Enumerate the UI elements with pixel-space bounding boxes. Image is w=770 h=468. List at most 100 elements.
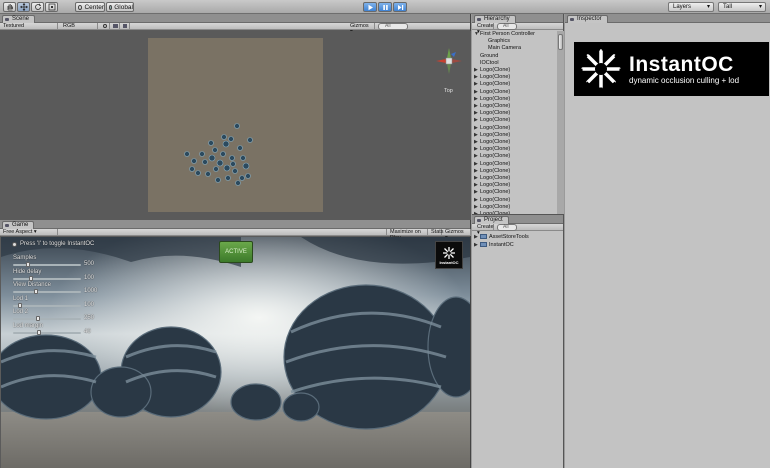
layers-dropdown[interactable]: Layers bbox=[668, 2, 714, 12]
rotate-icon bbox=[34, 3, 41, 10]
hierarchy-item[interactable]: ▶ Logo(Clone) bbox=[472, 110, 510, 117]
color-mode-dropdown[interactable]: RGB bbox=[60, 23, 98, 30]
lighting-toggle[interactable] bbox=[100, 23, 110, 30]
slider-track[interactable] bbox=[13, 262, 81, 267]
project-tabbar: Project bbox=[472, 215, 563, 224]
project-list: ▶ AssetStoreTools ▶ InstantOC bbox=[472, 232, 564, 262]
hierarchy-item[interactable]: ▶ Logo(Clone) bbox=[472, 139, 510, 146]
hierarchy-scrollbar[interactable] bbox=[557, 31, 564, 214]
hierarchy-item[interactable]: ▶ Logo(Clone) bbox=[472, 146, 510, 153]
hierarchy-item[interactable]: Ground bbox=[472, 53, 498, 60]
project-search-field[interactable]: All bbox=[497, 224, 517, 231]
tab-scene[interactable]: Scene bbox=[2, 15, 36, 23]
hierarchy-item-label: Logo(Clone) bbox=[480, 196, 511, 203]
tab-hierarchy[interactable]: Hierarchy bbox=[474, 15, 516, 23]
move-tool-button[interactable] bbox=[17, 2, 30, 12]
hierarchy-item[interactable]: IOCtool bbox=[472, 60, 499, 67]
hierarchy-item[interactable]: ▶ Logo(Clone) bbox=[472, 182, 510, 189]
hierarchy-item[interactable]: ▶ Logo(Clone) bbox=[472, 89, 510, 96]
toggle-text: Press 'I' to toggle InstantOC bbox=[20, 241, 95, 247]
render-mode-dropdown[interactable]: Textured bbox=[0, 23, 58, 30]
hierarchy-item[interactable]: ▶ Logo(Clone) bbox=[472, 81, 510, 88]
scene-panel: Scene Textured RGB Gizmos ▾ All bbox=[0, 14, 471, 220]
hierarchy-item[interactable]: ▶ Logo(Clone) bbox=[472, 74, 510, 81]
hand-tool-button[interactable] bbox=[3, 2, 16, 12]
toggle-radio bbox=[12, 241, 17, 247]
hierarchy-item[interactable]: Graphics bbox=[472, 38, 510, 45]
aspect-label: Free Aspect bbox=[3, 229, 33, 235]
hierarchy-item[interactable]: ▶ Logo(Clone) bbox=[472, 204, 510, 211]
layout-dropdown[interactable]: Tall bbox=[718, 2, 766, 12]
hierarchy-item[interactable]: ▶ Logo(Clone) bbox=[472, 161, 510, 168]
scale-tool-button[interactable] bbox=[45, 2, 58, 12]
pause-icon bbox=[382, 4, 388, 10]
slider-thumb[interactable] bbox=[29, 275, 33, 281]
slider-thumb[interactable] bbox=[36, 316, 41, 322]
tab-inspector[interactable]: Inspector bbox=[567, 15, 608, 23]
slider-thumb[interactable] bbox=[18, 302, 23, 308]
game-viewport[interactable]: Press 'I' to toggle InstantOC ACTIVE Ins… bbox=[1, 237, 470, 468]
hierarchy-scroll-thumb[interactable] bbox=[558, 34, 563, 50]
hierarchy-item[interactable]: ▶ Logo(Clone) bbox=[472, 175, 510, 182]
scene-search-field[interactable]: All bbox=[378, 23, 408, 30]
hierarchy-create-dropdown[interactable]: Create ▾ bbox=[474, 23, 494, 35]
instantoc-logo-text: InstantOC bbox=[439, 259, 459, 265]
game-scene-render bbox=[1, 237, 470, 468]
image-toggle[interactable] bbox=[110, 23, 120, 30]
hierarchy-item-label: Logo(Clone) bbox=[480, 117, 511, 124]
hierarchy-item[interactable]: ▶ Logo(Clone) bbox=[472, 103, 510, 110]
project-folder-item[interactable]: ▶ AssetStoreTools bbox=[472, 234, 529, 241]
hierarchy-item[interactable]: ▶ Logo(Clone) bbox=[472, 197, 510, 204]
hierarchy-item[interactable]: Main Camera bbox=[472, 45, 521, 52]
orientation-gizmo[interactable] bbox=[434, 46, 464, 78]
slider-thumb[interactable] bbox=[37, 330, 42, 335]
hierarchy-item-label: Logo(Clone) bbox=[480, 167, 511, 174]
hierarchy-item-label: Logo(Clone) bbox=[480, 74, 511, 81]
slider-track[interactable] bbox=[13, 289, 81, 295]
space-toggle-button[interactable]: Global bbox=[106, 2, 134, 12]
hierarchy-item-label: Logo(Clone) bbox=[480, 203, 511, 210]
project-folder-item[interactable]: ▶ InstantOC bbox=[472, 242, 514, 249]
hierarchy-item[interactable]: ▼First Person Controller bbox=[472, 31, 535, 38]
slider-label: Lod 1 bbox=[13, 295, 29, 302]
stats-toggle[interactable]: Stats bbox=[428, 229, 444, 236]
inspector-logo-text-group: InstantOC dynamic occlusion culling + lo… bbox=[629, 52, 739, 85]
project-create-dropdown[interactable]: Create ▾ bbox=[474, 224, 494, 236]
hierarchy-item[interactable]: ▶ Logo(Clone) bbox=[472, 125, 510, 132]
slider-track[interactable] bbox=[13, 330, 81, 335]
hierarchy-item[interactable]: ▶ Logo(Clone) bbox=[472, 189, 510, 196]
rotate-tool-button[interactable] bbox=[31, 2, 44, 12]
play-button[interactable] bbox=[363, 2, 377, 12]
step-button[interactable] bbox=[393, 2, 407, 12]
hierarchy-item[interactable]: ▶ Logo(Clone) bbox=[472, 153, 510, 160]
maximize-on-play-toggle[interactable]: Maximize on Play bbox=[386, 229, 428, 241]
hierarchy-item[interactable]: ▶ Logo(Clone) bbox=[472, 96, 510, 103]
pivot-toggle-button[interactable]: Center bbox=[75, 2, 105, 12]
pause-button[interactable] bbox=[378, 2, 392, 12]
slider-track[interactable] bbox=[13, 275, 81, 281]
game-gizmos-dropdown[interactable]: Gizmos ▾ bbox=[442, 229, 471, 241]
hierarchy-search-field[interactable]: All bbox=[497, 23, 517, 30]
slider-track[interactable] bbox=[13, 302, 81, 308]
hierarchy-item-label: IOCtool bbox=[480, 59, 499, 66]
slider-value: 500 bbox=[84, 261, 95, 267]
slider-label: Lod 2 bbox=[13, 309, 29, 316]
hierarchy-item-label: Logo(Clone) bbox=[480, 124, 511, 131]
hierarchy-item[interactable]: ▶ Logo(Clone) bbox=[472, 168, 510, 175]
hierarchy-item[interactable]: ▶ Logo(Clone) bbox=[472, 67, 510, 74]
hierarchy-item[interactable]: ▶ Logo(Clone) bbox=[472, 117, 510, 124]
tab-game[interactable]: Game bbox=[2, 221, 35, 229]
inspector-logo-title: InstantOC bbox=[629, 52, 734, 76]
tab-project[interactable]: Project bbox=[474, 216, 509, 224]
instantoc-toggle[interactable]: Press 'I' to toggle InstantOC bbox=[12, 241, 94, 247]
hierarchy-item-label: Logo(Clone) bbox=[480, 81, 511, 88]
hierarchy-item[interactable]: ▶ Logo(Clone) bbox=[472, 132, 510, 139]
slider-thumb[interactable] bbox=[25, 262, 30, 267]
audio-toggle[interactable] bbox=[120, 23, 130, 30]
slider-thumb[interactable] bbox=[34, 289, 39, 295]
scene-viewport[interactable]: Top bbox=[0, 31, 471, 220]
aspect-dropdown[interactable]: Free Aspect ▾ bbox=[0, 229, 58, 236]
scene-gizmos-dropdown[interactable]: Gizmos ▾ bbox=[347, 23, 375, 35]
hierarchy-item-label: Logo(Clone) bbox=[480, 67, 511, 73]
active-button[interactable]: ACTIVE bbox=[219, 241, 253, 263]
